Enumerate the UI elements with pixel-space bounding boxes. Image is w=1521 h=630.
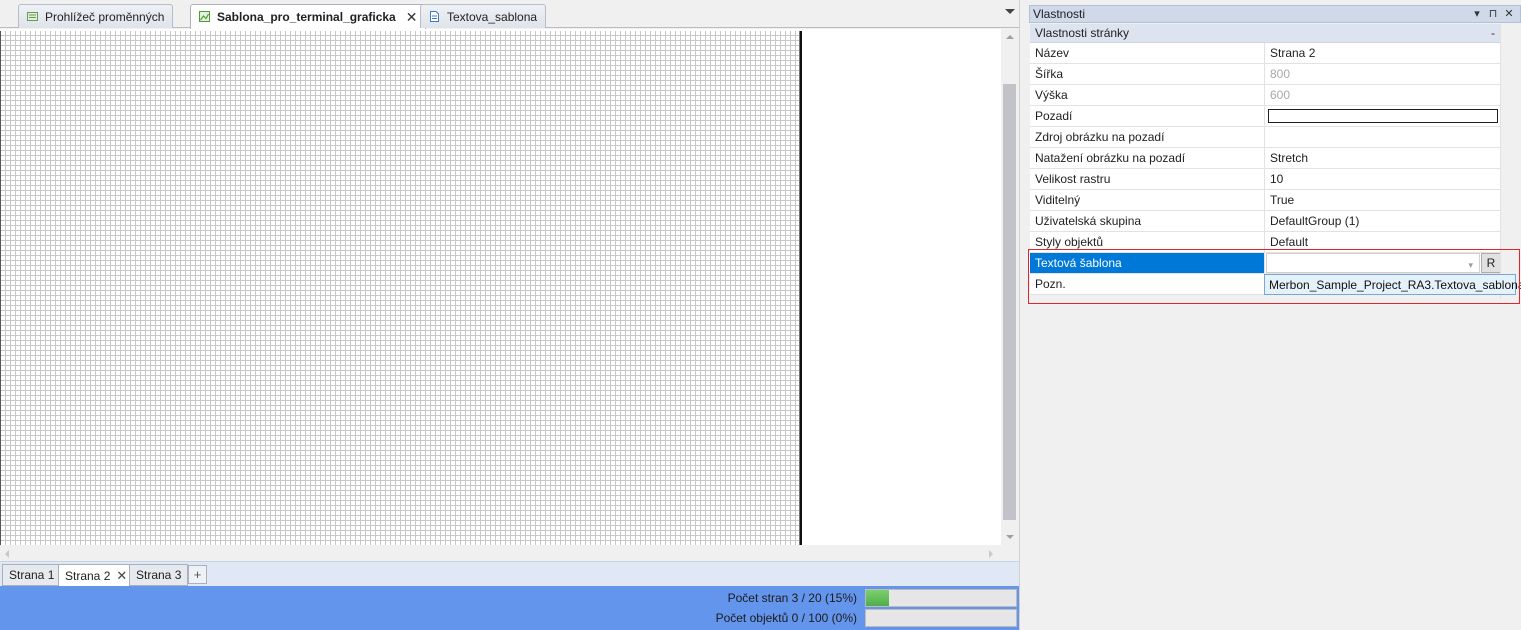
dropdown-option[interactable]: Merbon_Sample_Project_RA3.Textova_sablon… [1264, 274, 1521, 295]
object-count-progress [865, 608, 1017, 627]
page-count-text: Počet stran 3 / 20 (15%) [727, 590, 857, 605]
grid-edge-divider [1500, 24, 1501, 299]
page-tab-label: Strana 2 [65, 569, 111, 583]
page-canvas[interactable] [0, 29, 1001, 545]
property-value: 800 [1270, 67, 1291, 81]
tab-label: Textova_sablona [447, 9, 538, 24]
property-row-name[interactable]: Název Strana 2 [1030, 43, 1501, 64]
property-value[interactable]: Default [1265, 232, 1501, 252]
property-value[interactable] [1265, 127, 1501, 147]
close-icon[interactable]: ✕ [1504, 7, 1514, 20]
property-row-text-template[interactable]: Textová šablona ▾ R Merbon_Sample_Projec… [1030, 253, 1521, 295]
property-name: Styly objektů [1030, 232, 1265, 252]
reset-button[interactable]: R [1481, 253, 1501, 273]
property-row-background-image[interactable]: Zdroj obrázku na pozadí [1030, 127, 1501, 148]
scroll-thumb[interactable] [1003, 84, 1016, 520]
vertical-scrollbar[interactable] [1001, 29, 1018, 545]
graphic-template-icon [199, 11, 210, 22]
page-tab-2[interactable]: Strana 2 ✕ [58, 564, 135, 587]
property-row-width[interactable]: Šířka 800 [1030, 64, 1501, 85]
property-row-background[interactable]: Pozadí [1030, 106, 1501, 127]
tab-list-chevron-down-icon[interactable] [1005, 9, 1015, 14]
property-value[interactable]: Stretch [1265, 148, 1501, 168]
object-count-row: Počet objektů 0 / 100 (0%) [716, 608, 1017, 627]
panel-menu-icon[interactable]: ▾ [1472, 7, 1482, 20]
property-row-image-stretch[interactable]: Natažení obrázku na pozadí Stretch [1030, 148, 1501, 169]
page-count-row: Počet stran 3 / 20 (15%) [728, 588, 1017, 607]
tab-label: Prohlížeč proměnných [45, 9, 165, 24]
page-tab-bar: Strana 1 Strana 2 ✕ Strana 3 + [0, 561, 1019, 587]
property-name: Šířka [1030, 64, 1265, 84]
property-name: Textová šablona [1030, 253, 1265, 273]
tab-graphic-template[interactable]: Sablona_pro_terminal_graficka ✕ [190, 4, 427, 29]
property-name: Viditelný [1030, 190, 1265, 210]
tab-label: Sablona_pro_terminal_graficka [217, 10, 396, 24]
properties-title: Vlastnosti [1033, 7, 1086, 21]
property-value[interactable] [1265, 106, 1501, 126]
category-label: Vlastnosti stránky [1035, 26, 1130, 40]
category-page-properties[interactable]: Vlastnosti stránky - [1030, 24, 1501, 43]
property-name: Název [1030, 43, 1265, 63]
property-name: Pozn. [1030, 274, 1265, 294]
tab-variable-browser[interactable]: Prohlížeč proměnných [18, 4, 174, 28]
property-value[interactable]: True [1265, 190, 1501, 210]
scroll-up-icon[interactable] [1006, 35, 1014, 39]
property-grid: Vlastnosti stránky - Název Strana 2 Šířk… [1030, 24, 1521, 295]
scroll-right-icon[interactable] [989, 550, 993, 558]
horizontal-scrollbar[interactable] [0, 545, 1001, 561]
page-tab-label: Strana 3 [136, 568, 182, 582]
tab-text-template[interactable]: Textova_sablona [420, 4, 547, 28]
background-color-swatch[interactable] [1268, 109, 1498, 123]
property-name: Zdroj obrázku na pozadí [1030, 127, 1265, 147]
scroll-down-icon[interactable] [1006, 535, 1014, 539]
raster-grid [1, 31, 801, 545]
document-tab-bar: Prohlížeč proměnných Sablona_pro_termina… [0, 0, 1019, 29]
property-name: Pozadí [1030, 106, 1265, 126]
status-bar: Počet stran 3 / 20 (15%) Počet objektů 0… [0, 586, 1019, 630]
property-value[interactable]: Strana 2 [1265, 43, 1501, 63]
property-name: Uživatelská skupina [1030, 211, 1265, 231]
chevron-down-icon[interactable]: ▾ [1468, 260, 1473, 271]
property-row-user-group[interactable]: Uživatelská skupina DefaultGroup (1) [1030, 211, 1501, 232]
page-count-progress [865, 588, 1017, 607]
add-page-button[interactable]: + [188, 565, 207, 584]
text-template-combobox[interactable]: ▾ [1266, 253, 1480, 273]
scroll-left-icon[interactable] [5, 550, 9, 558]
property-name: Natažení obrázku na pozadí [1030, 148, 1265, 168]
property-row-height[interactable]: Výška 600 [1030, 85, 1501, 106]
collapse-icon[interactable]: - [1491, 26, 1495, 40]
close-icon[interactable]: ✕ [116, 568, 127, 584]
properties-panel: Vlastnosti ▾ ⊓ ✕ Vlastnosti stránky - Ná… [1029, 5, 1521, 630]
pin-icon[interactable]: ⊓ [1488, 7, 1498, 20]
page-count-progress-fill [866, 589, 889, 606]
property-value: 600 [1270, 88, 1291, 102]
text-document-icon [429, 11, 440, 22]
close-icon[interactable]: ✕ [406, 10, 418, 24]
properties-header: Vlastnosti ▾ ⊓ ✕ [1029, 5, 1521, 23]
document-editor: Prohlížeč proměnných Sablona_pro_termina… [0, 0, 1019, 630]
property-row-visible[interactable]: Viditelný True [1030, 190, 1501, 211]
page-tab-3[interactable]: Strana 3 [129, 564, 189, 586]
page-tab-label: Strana 1 [9, 568, 55, 582]
property-value[interactable]: 10 [1265, 169, 1501, 189]
page-tab-1[interactable]: Strana 1 [2, 564, 62, 586]
variable-browser-icon [27, 11, 38, 22]
property-row-object-styles[interactable]: Styly objektů Default [1030, 232, 1501, 253]
object-count-text: Počet objektů 0 / 100 (0%) [715, 610, 857, 625]
property-name: Výška [1030, 85, 1265, 105]
panel-splitter[interactable] [1019, 0, 1029, 630]
property-name: Velikost rastru [1030, 169, 1265, 189]
property-value[interactable]: DefaultGroup (1) [1265, 211, 1501, 231]
property-row-grid-size[interactable]: Velikost rastru 10 [1030, 169, 1501, 190]
